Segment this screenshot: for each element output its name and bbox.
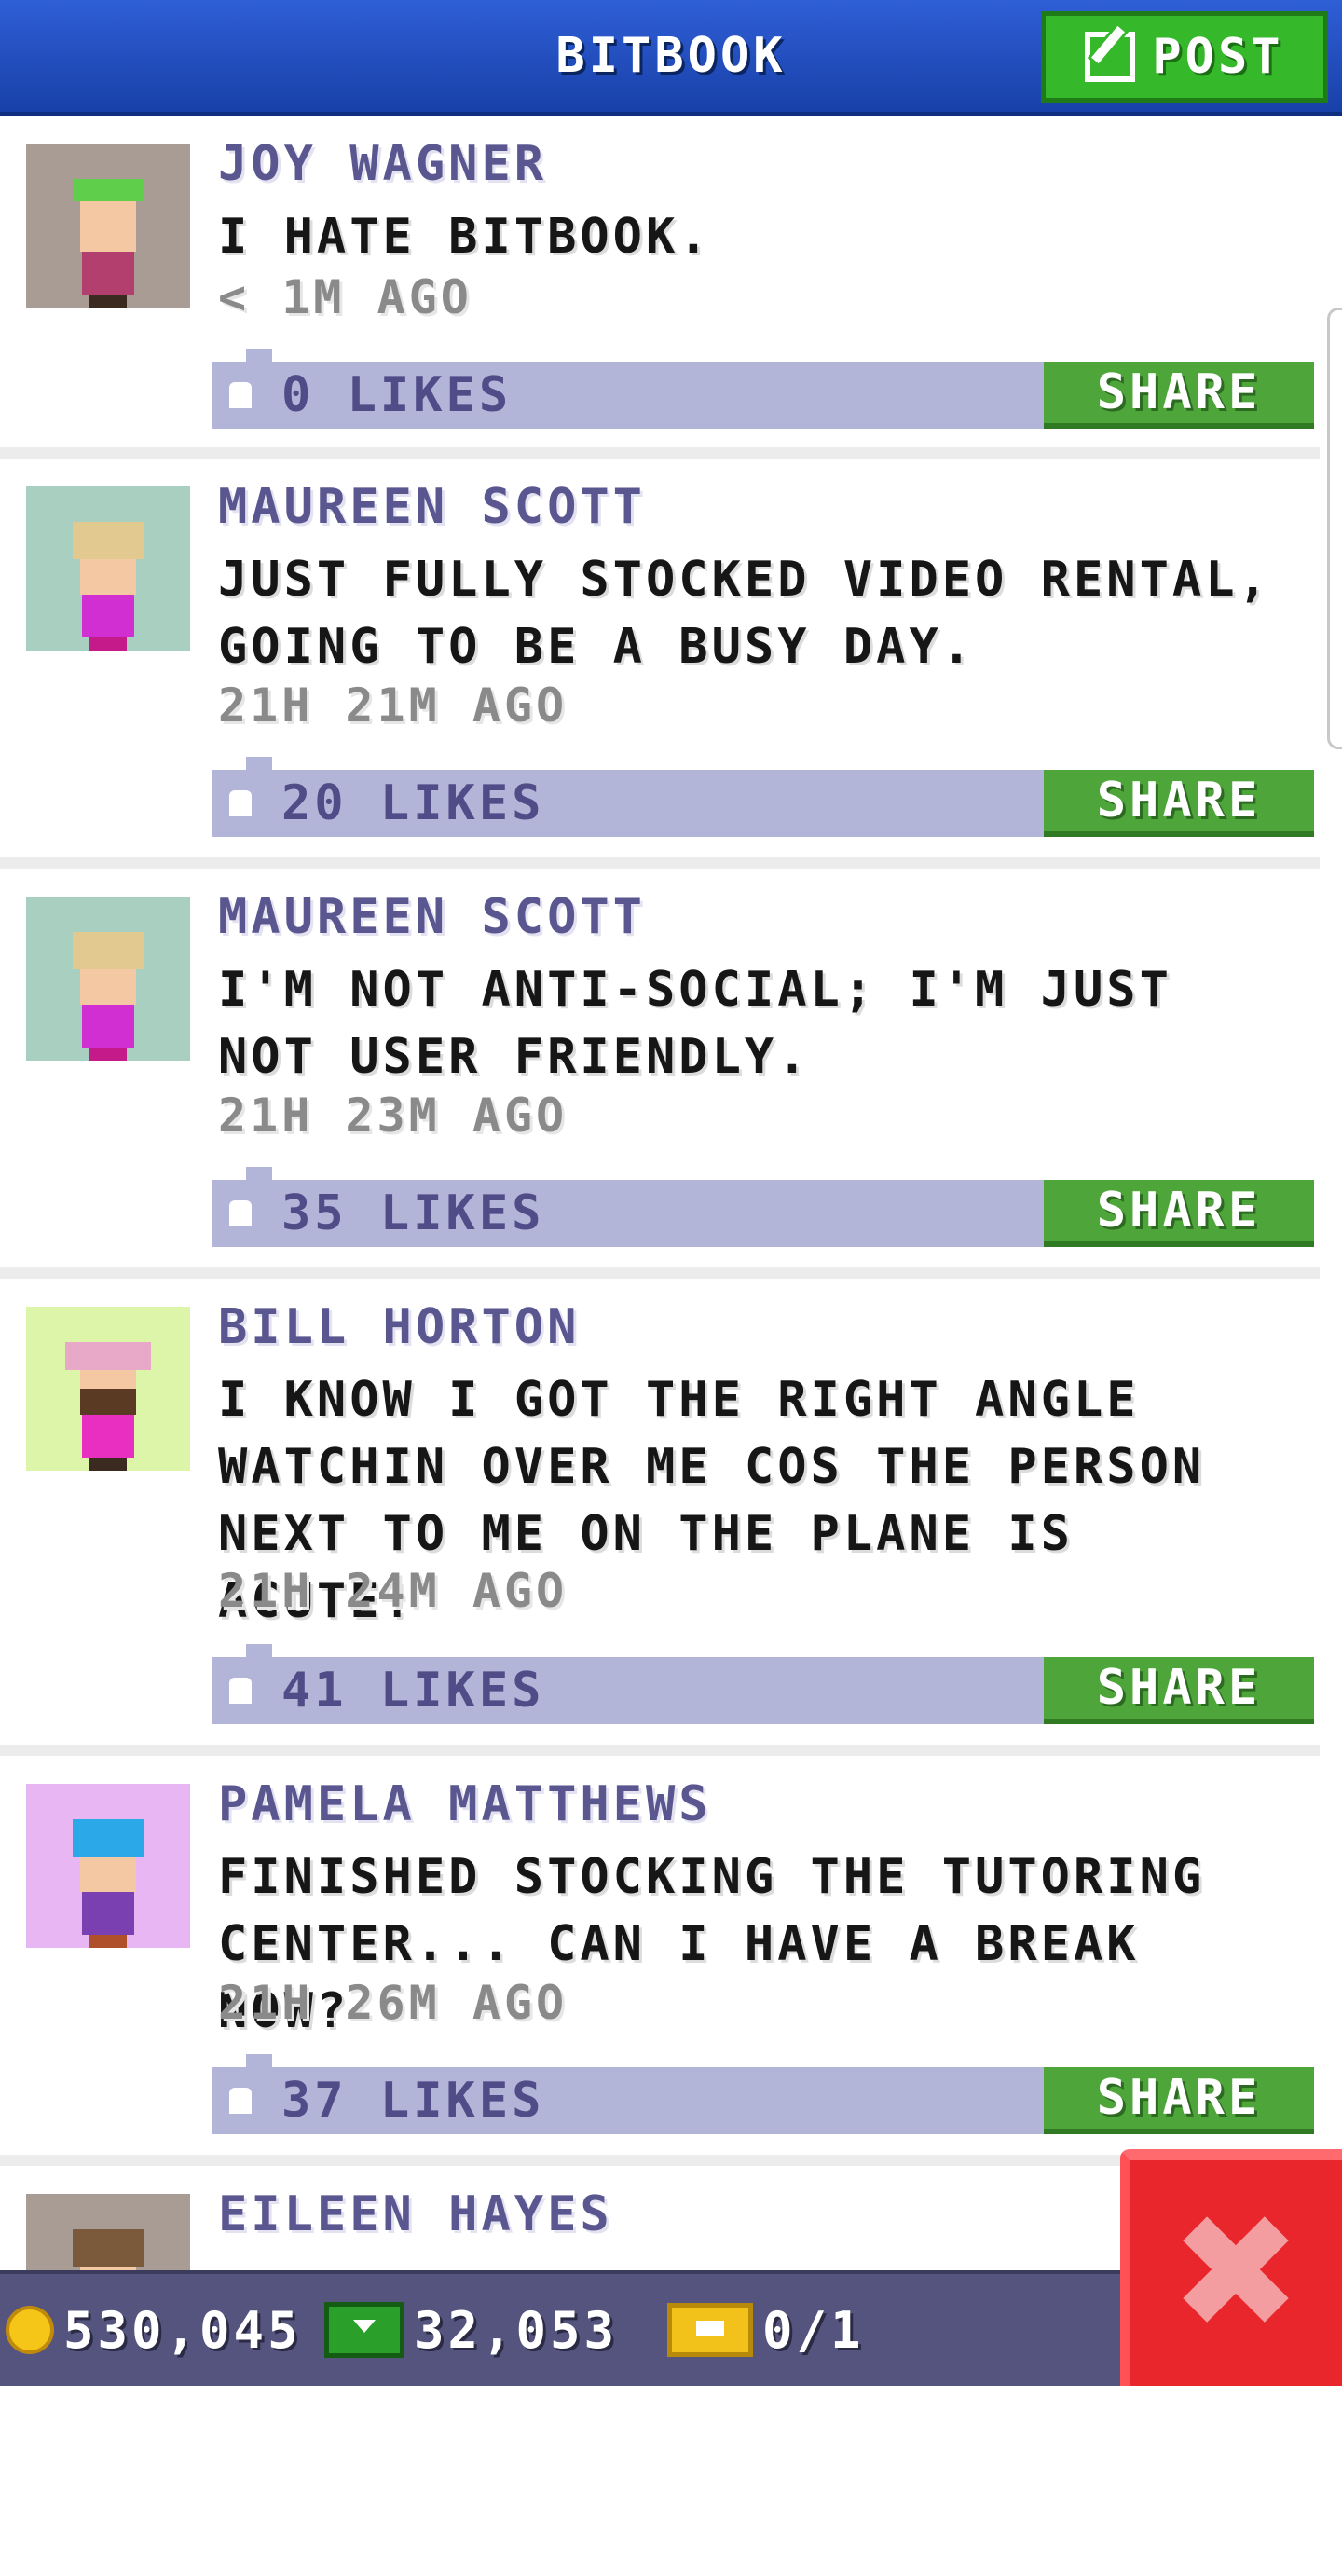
likes-count: 37 LIKES: [281, 2073, 545, 2129]
share-button[interactable]: SHARE: [1044, 362, 1314, 429]
coin-count: 530,045: [63, 2300, 302, 2360]
scrollbar[interactable]: [1327, 308, 1342, 749]
close-icon: ✖: [1169, 2181, 1303, 2365]
ticket-stat[interactable]: 0/1: [667, 2274, 865, 2386]
thumbs-up-icon[interactable]: [229, 382, 252, 408]
ticket-count: 0/1: [762, 2300, 865, 2360]
post-time: 21H 26M AGO: [218, 1976, 568, 2030]
avatar[interactable]: [26, 486, 190, 651]
bux-icon: [324, 2302, 404, 2358]
likes-bar: 41 LIKES SHARE: [212, 1644, 1314, 1724]
coin-icon: [6, 2306, 54, 2354]
feed-post: JOY WAGNER I HATE BITBOOK. < 1M AGO 0 LI…: [0, 116, 1320, 459]
post-time: 21H 23M AGO: [218, 1089, 568, 1143]
post-author[interactable]: EILEEN HAYES: [218, 2186, 613, 2242]
feed-post: PAMELA MATTHEWS FINISHED STOCKING THE TU…: [0, 1756, 1320, 2166]
thumbs-up-icon[interactable]: [229, 2088, 252, 2114]
edit-icon: [1085, 32, 1136, 82]
post-author[interactable]: BILL HORTON: [218, 1299, 580, 1355]
share-button[interactable]: SHARE: [1044, 1657, 1314, 1724]
feed-post: MAUREEN SCOTT JUST FULLY STOCKED VIDEO R…: [0, 459, 1320, 869]
post-button[interactable]: POST: [1041, 11, 1328, 103]
feed-post: MAUREEN SCOTT I'M NOT ANTI-SOCIAL; I'M J…: [0, 869, 1320, 1279]
likes-count: 41 LIKES: [281, 1663, 545, 1719]
likes-count: 35 LIKES: [281, 1185, 545, 1241]
share-button[interactable]: SHARE: [1044, 2067, 1314, 2134]
post-author[interactable]: PAMELA MATTHEWS: [218, 1776, 712, 1832]
post-time: < 1M AGO: [218, 270, 472, 324]
likes-bar: 0 LIKES SHARE: [212, 349, 1314, 429]
share-button[interactable]: SHARE: [1044, 1180, 1314, 1247]
feed-post: BILL HORTON I KNOW I GOT THE RIGHT ANGLE…: [0, 1279, 1320, 1756]
post-message: I HATE BITBOOK.: [218, 209, 712, 265]
post-time: 21H 24M AGO: [218, 1564, 568, 1618]
coin-stat[interactable]: 530,045: [6, 2274, 302, 2386]
thumbs-up-icon[interactable]: [229, 1200, 252, 1226]
share-button[interactable]: SHARE: [1044, 770, 1314, 837]
likes-count: 0 LIKES: [281, 367, 513, 423]
avatar[interactable]: [26, 144, 190, 308]
post-message: I'M NOT ANTI-SOCIAL; I'M JUST NOT USER F…: [218, 962, 1172, 1085]
avatar[interactable]: [26, 1307, 190, 1471]
bux-stat[interactable]: 32,053: [324, 2274, 618, 2386]
avatar[interactable]: [26, 897, 190, 1061]
top-bar: BITBOOK POST: [0, 0, 1342, 116]
post-time: 21H 21M AGO: [218, 678, 568, 733]
avatar[interactable]: [26, 1784, 190, 1948]
likes-count: 20 LIKES: [281, 775, 545, 831]
thumbs-up-icon[interactable]: [229, 1678, 252, 1704]
thumbs-up-icon[interactable]: [229, 790, 252, 816]
close-button[interactable]: ✖: [1120, 2149, 1342, 2386]
bux-count: 32,053: [414, 2300, 619, 2360]
post-message: JUST FULLY STOCKED VIDEO RENTAL, GOING T…: [218, 552, 1271, 675]
likes-bar: 20 LIKES SHARE: [212, 757, 1314, 837]
likes-bar: 35 LIKES SHARE: [212, 1167, 1314, 1247]
post-author[interactable]: MAUREEN SCOTT: [218, 479, 646, 535]
post-button-label: POST: [1152, 29, 1284, 85]
likes-bar: 37 LIKES SHARE: [212, 2054, 1314, 2134]
post-author[interactable]: JOY WAGNER: [218, 136, 547, 192]
post-author[interactable]: MAUREEN SCOTT: [218, 889, 646, 945]
ticket-icon: [667, 2303, 753, 2357]
